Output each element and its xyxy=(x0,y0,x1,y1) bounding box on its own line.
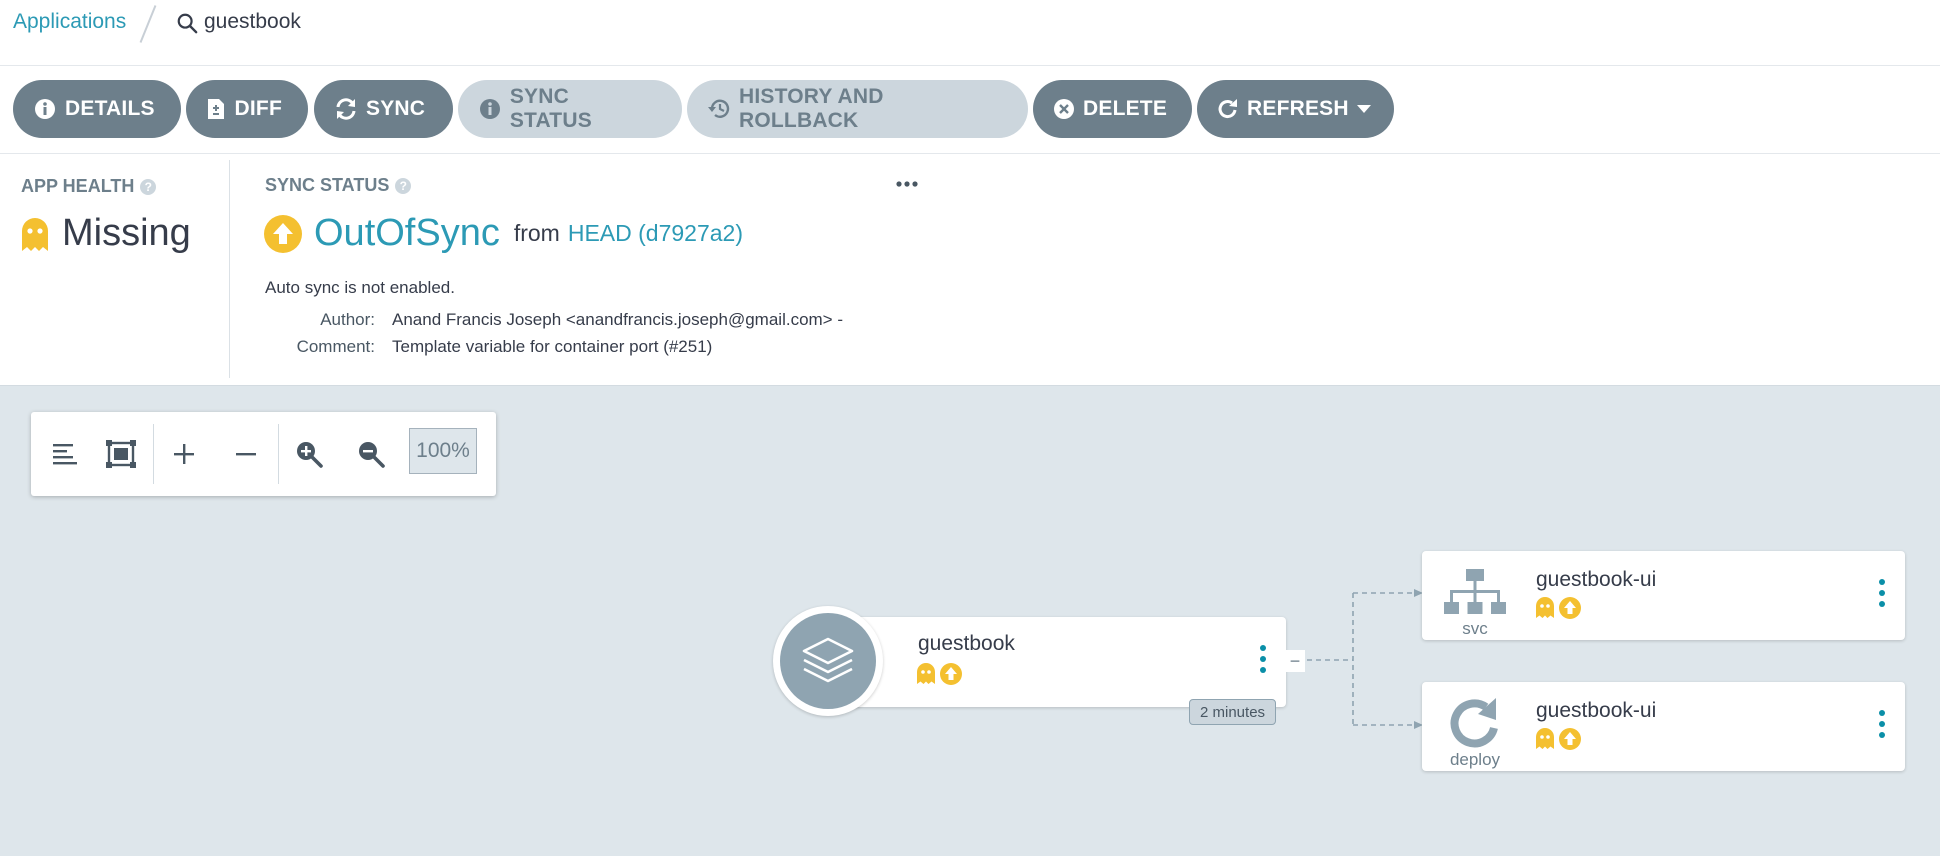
help-icon[interactable]: ? xyxy=(395,177,412,194)
breadcrumb-separator xyxy=(139,5,157,43)
breadcrumb-app-name[interactable]: guestbook xyxy=(204,10,301,34)
info-icon xyxy=(478,97,502,121)
status-badges xyxy=(916,663,962,685)
app-health-label: APP HEALTH xyxy=(21,176,135,196)
ghost-icon xyxy=(1536,728,1554,749)
history-rollback-button[interactable]: HISTORY AND ROLLBACK xyxy=(687,80,1028,138)
status-panel: APP HEALTH ? Missing SYNC STATUS ? OutOf… xyxy=(0,154,1940,386)
app-icon-circle xyxy=(773,606,883,716)
revision-link[interactable]: HEAD (d7927a2) xyxy=(568,220,743,247)
author-label: Author: xyxy=(320,310,375,329)
sync-button[interactable]: SYNC xyxy=(314,80,453,138)
child-node-deploy[interactable]: deploy guestbook-ui xyxy=(1422,682,1905,771)
child-node-svc[interactable]: svc guestbook-ui xyxy=(1422,551,1905,640)
deployment-refresh-icon xyxy=(1450,698,1498,748)
toolbar-divider xyxy=(153,424,154,484)
layers-icon xyxy=(802,637,854,683)
node-menu-icon[interactable] xyxy=(1879,710,1885,738)
status-badges xyxy=(1535,728,1581,750)
action-toolbar: DETAILS DIFF SYNC SYNC STATUS HISTORY AN… xyxy=(0,66,1940,154)
ghost-icon xyxy=(1536,597,1554,618)
info-icon xyxy=(33,97,57,121)
delete-button[interactable]: DELETE xyxy=(1033,80,1192,138)
refresh-button[interactable]: REFRESH xyxy=(1197,80,1394,138)
zoom-in-icon[interactable] xyxy=(289,434,329,474)
ghost-icon xyxy=(917,663,935,684)
align-left-icon[interactable] xyxy=(45,434,85,474)
fit-screen-icon[interactable] xyxy=(101,434,141,474)
plus-icon[interactable] xyxy=(164,434,204,474)
status-badges xyxy=(1535,597,1581,619)
from-label: from xyxy=(513,220,560,246)
arrow-up-circle-icon xyxy=(1559,597,1581,619)
refresh-label: REFRESH xyxy=(1247,97,1349,120)
resource-kind: svc xyxy=(1462,619,1488,638)
root-resource-node[interactable]: guestbook xyxy=(830,617,1286,707)
arrow-up-circle-icon xyxy=(940,663,962,685)
node-menu-icon[interactable] xyxy=(1879,579,1885,607)
resource-kind: deploy xyxy=(1449,750,1501,769)
collapse-toggle[interactable]: − xyxy=(1285,650,1305,672)
service-network-icon xyxy=(1444,569,1506,614)
node-name: guestbook xyxy=(918,632,1015,655)
graph-toolbar: 100% xyxy=(31,412,496,496)
toolbar-divider xyxy=(278,424,279,484)
delete-label: DELETE xyxy=(1083,97,1168,120)
help-icon[interactable]: ? xyxy=(140,178,157,195)
search-icon[interactable] xyxy=(176,12,198,34)
history-icon xyxy=(707,97,731,121)
arrow-up-circle-icon xyxy=(264,214,302,253)
app-health-value: Missing xyxy=(62,212,191,254)
breadcrumb-applications-link[interactable]: Applications xyxy=(13,10,126,34)
node-menu-icon[interactable] xyxy=(1260,645,1266,673)
history-label: HISTORY AND ROLLBACK xyxy=(739,85,884,132)
diff-label: DIFF xyxy=(234,97,282,120)
file-diff-icon xyxy=(206,97,227,121)
more-options-icon[interactable] xyxy=(896,180,918,188)
sync-icon xyxy=(334,97,358,121)
minus-icon[interactable] xyxy=(226,434,266,474)
sync-status-value: OutOfSync xyxy=(314,212,500,254)
sync-status-value-row: OutOfSync from HEAD (d7927a2) xyxy=(264,212,743,255)
arrow-up-circle-icon xyxy=(1559,728,1581,750)
comment-value: Template variable for container port (#2… xyxy=(392,337,713,356)
node-name: guestbook-ui xyxy=(1536,568,1657,591)
age-badge: 2 minutes xyxy=(1189,699,1277,725)
sync-status-button[interactable]: SYNC STATUS xyxy=(458,80,682,138)
author-value: Anand Francis Joseph <anandfrancis.josep… xyxy=(392,310,843,329)
sync-status-header: SYNC STATUS ? xyxy=(265,175,412,196)
app-health-header: APP HEALTH ? xyxy=(21,176,157,197)
caret-down-icon[interactable] xyxy=(1356,105,1371,113)
close-circle-icon xyxy=(1053,97,1075,121)
app-health-status: Missing xyxy=(20,212,191,255)
sync-status-label: SYNC STATUS xyxy=(509,85,592,132)
zoom-level[interactable]: 100% xyxy=(409,428,477,474)
diff-button[interactable]: DIFF xyxy=(186,80,308,138)
details-button[interactable]: DETAILS xyxy=(13,80,181,138)
zoom-out-icon[interactable] xyxy=(351,434,391,474)
node-name: guestbook-ui xyxy=(1536,699,1657,722)
refresh-icon xyxy=(1217,97,1239,121)
details-label: DETAILS xyxy=(65,97,155,120)
panel-divider xyxy=(229,160,230,378)
sync-status-label: SYNC STATUS xyxy=(265,175,390,195)
top-bar: Applications guestbook xyxy=(0,0,1940,66)
ghost-icon xyxy=(22,217,48,251)
auto-sync-note: Auto sync is not enabled. xyxy=(265,278,455,297)
comment-label: Comment: xyxy=(296,337,375,356)
sync-label: SYNC xyxy=(366,97,426,120)
